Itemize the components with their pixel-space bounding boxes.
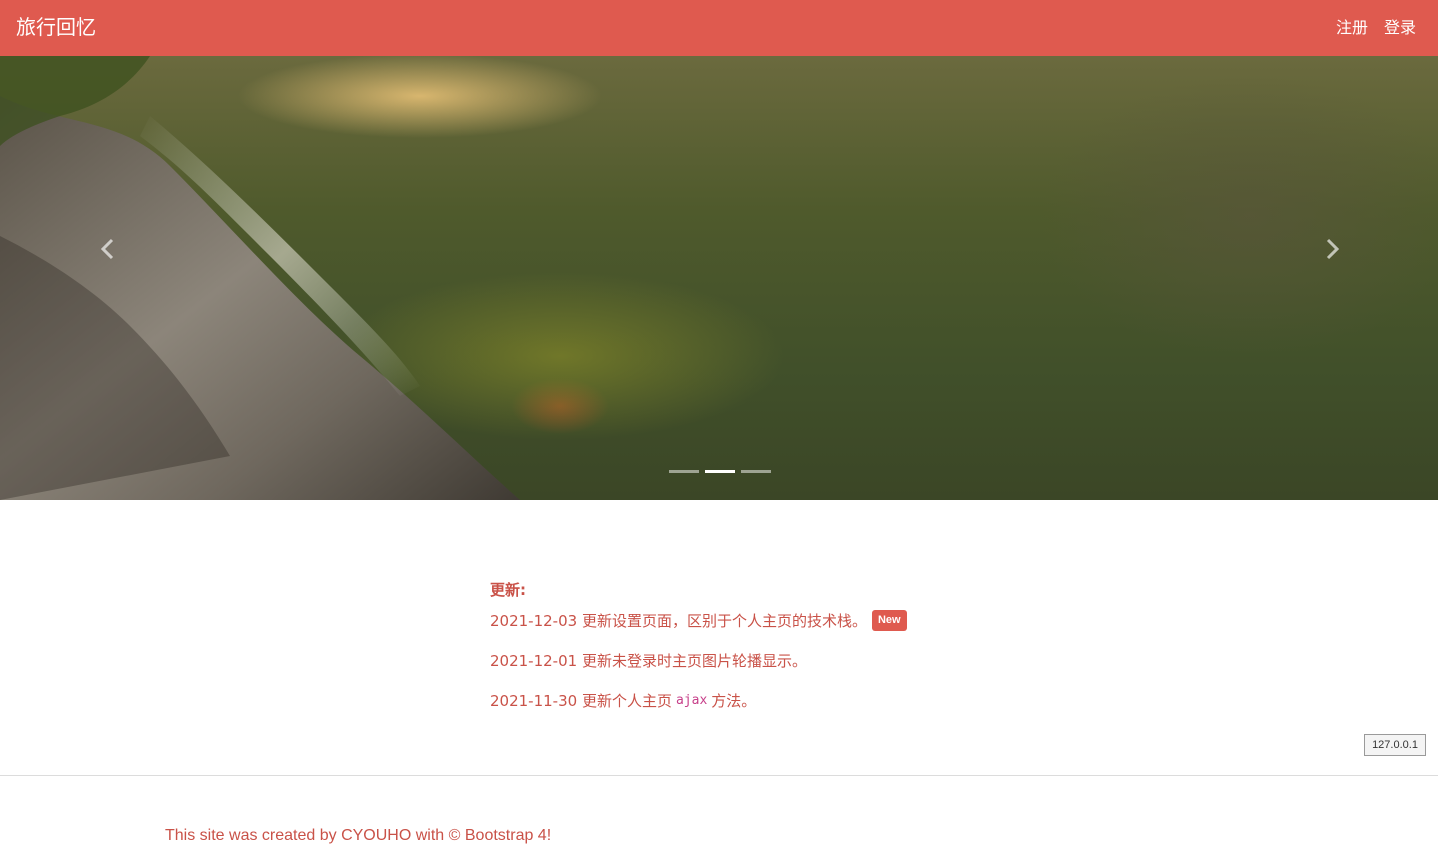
update-date: 2021-12-03	[490, 611, 578, 630]
ip-indicator: 127.0.0.1	[1364, 734, 1426, 756]
carousel-indicator-1[interactable]	[669, 470, 699, 473]
update-date: 2021-11-30	[490, 692, 578, 710]
register-link[interactable]: 注册	[1336, 18, 1368, 40]
update-text: 更新未登录时主页图片轮播显示。	[581, 652, 807, 670]
updates-title: 更新:	[490, 581, 526, 599]
carousel-indicator-3[interactable]	[741, 470, 771, 473]
update-item: 2021-11-30 更新个人主页 ajax 方法。	[490, 691, 907, 711]
update-date: 2021-12-01	[490, 652, 578, 670]
carousel-prev-button[interactable]	[93, 234, 123, 264]
update-text: 更新个人主页	[581, 692, 672, 710]
update-item: 2021-12-01 更新未登录时主页图片轮播显示。	[490, 651, 907, 671]
chevron-right-icon	[1326, 238, 1340, 260]
carousel-slide-image	[0, 56, 520, 500]
nav-links: 注册 登录	[1336, 18, 1416, 40]
carousel-indicators	[669, 470, 771, 473]
update-text-after: 方法。	[711, 692, 757, 710]
navbar: 旅行回忆 注册 登录	[0, 0, 1438, 56]
update-item: 2021-12-03 更新设置页面，区别于个人主页的技术栈。 New	[490, 610, 907, 631]
update-text: 更新设置页面，区别于个人主页的技术栈。	[581, 611, 867, 630]
footer-divider	[0, 775, 1438, 776]
chevron-left-icon	[100, 238, 114, 260]
carousel-next-button[interactable]	[1317, 234, 1347, 264]
carousel-indicator-2[interactable]	[705, 470, 735, 473]
footer-text: This site was created by CYOUHO with © B…	[165, 827, 552, 844]
update-code: ajax	[675, 693, 708, 708]
brand-link[interactable]: 旅行回忆	[16, 15, 96, 41]
image-carousel[interactable]	[0, 56, 1438, 500]
updates-section: 更新: 2021-12-03 更新设置页面，区别于个人主页的技术栈。 New 20…	[490, 580, 907, 711]
login-link[interactable]: 登录	[1384, 18, 1416, 40]
new-badge: New	[871, 610, 907, 631]
